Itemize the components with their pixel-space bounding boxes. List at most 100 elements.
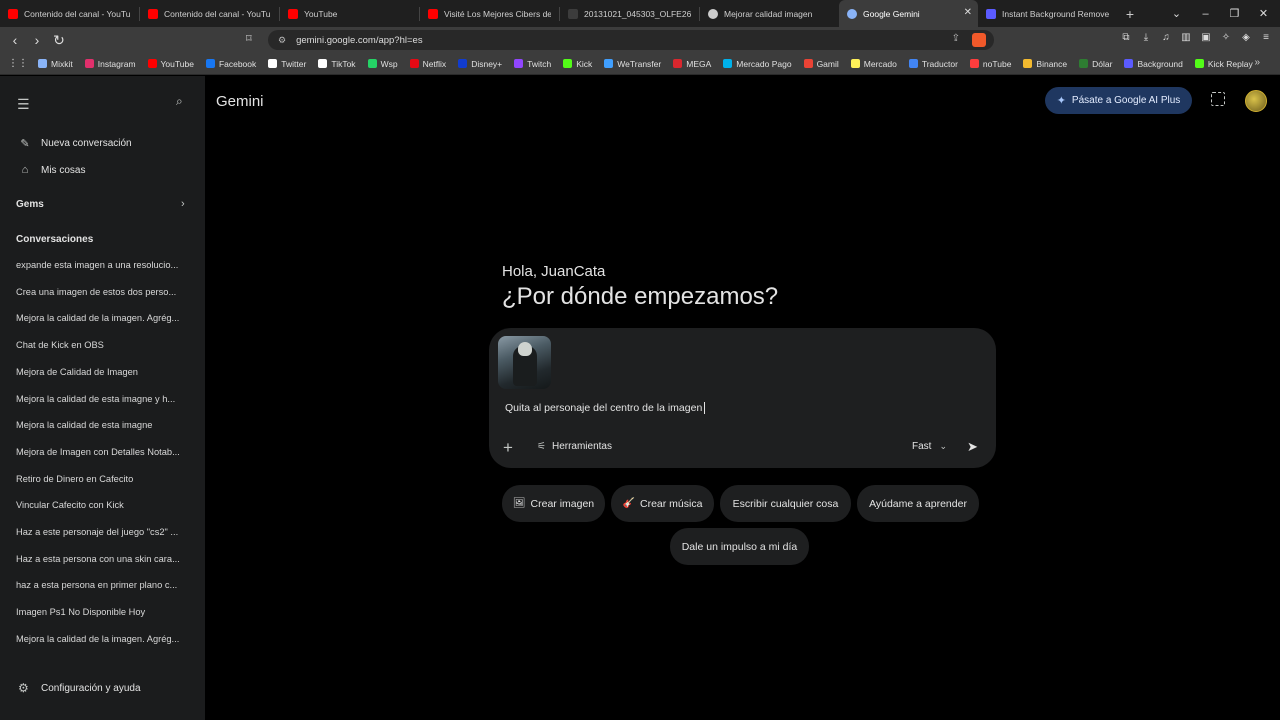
apps-icon[interactable]: ⋮⋮ — [8, 58, 28, 69]
minimize-icon[interactable]: – — [1191, 8, 1220, 20]
bookmark-favicon-icon — [803, 59, 813, 68]
conversation-item[interactable]: expande esta imagen a una resolucio... — [16, 260, 191, 270]
browser-tab[interactable]: YouTube — [280, 0, 419, 27]
openai-favicon-icon — [708, 8, 718, 19]
close-window-icon[interactable]: ✕ — [1249, 7, 1278, 20]
back-icon[interactable]: ‹ — [4, 32, 26, 48]
chip-help-me-learn[interactable]: Ayúdame a aprender — [857, 485, 979, 522]
forward-icon[interactable]: › — [26, 32, 48, 48]
menu-icon[interactable]: ≡ — [1260, 32, 1272, 44]
bookmark-item[interactable]: Facebook — [205, 59, 256, 69]
bookmark-item[interactable]: Binance — [1023, 59, 1067, 69]
bookmark-item[interactable]: MEGA — [673, 59, 711, 69]
browser-tab[interactable]: Visité Los Mejores Cibers de D — [420, 0, 559, 27]
main-content: Gemini ✦ Pásate a Google AI Plus Hola, J… — [205, 76, 1280, 720]
bookmark-item[interactable]: Netflix — [409, 59, 446, 69]
conversation-item[interactable]: Mejora la calidad de esta imagne y h... — [16, 394, 191, 404]
bookmark-item[interactable]: Mercado — [850, 59, 897, 69]
main-menu-icon[interactable]: ☰ — [17, 96, 30, 113]
add-attachment-icon[interactable]: + — [503, 438, 513, 458]
bookmark-favicon-icon — [1124, 59, 1134, 68]
stack-icon: ⌂ — [21, 164, 29, 176]
send-icon[interactable]: ➤ — [967, 439, 978, 455]
conversation-item[interactable]: Crea una imagen de estos dos perso... — [16, 287, 191, 297]
chip-boost-my-day[interactable]: Dale un impulso a mi día — [670, 528, 809, 565]
bookmark-item[interactable]: Mixkit — [38, 59, 73, 69]
conversation-item[interactable]: Imagen Ps1 No Disponible Hoy — [16, 607, 191, 617]
chevron-right-icon[interactable]: › — [181, 198, 185, 210]
new-chat-button[interactable]: ✎ Nueva conversación — [18, 137, 131, 150]
search-icon[interactable]: ⌕ — [176, 94, 183, 109]
browser-tab-active[interactable]: Google Gemini ✕ — [839, 0, 978, 27]
conversation-item[interactable]: Haz a este personaje del juego "cs2" ... — [16, 527, 191, 537]
bookmark-icon[interactable]: ⌑ — [246, 32, 252, 45]
conversation-item[interactable]: Retiro de Dinero en Cafecito — [16, 474, 191, 484]
share-icon[interactable]: ⇪ — [952, 33, 960, 44]
bookmark-item[interactable]: Disney+ — [458, 59, 502, 69]
conversation-item[interactable]: Haz a esta persona con una skin cara... — [16, 554, 191, 564]
conversation-item[interactable]: Mejora la calidad de la imagen. Agrég... — [16, 313, 191, 323]
bookmark-item[interactable]: Background — [1124, 59, 1183, 69]
settings-help-button[interactable]: ⚙ Configuración y ayuda — [18, 681, 141, 695]
site-info-icon[interactable]: ⚙ — [278, 35, 286, 46]
tab-search-icon[interactable]: ⌄ — [1162, 7, 1191, 20]
conversation-item[interactable]: Mejora la calidad de esta imagne — [16, 420, 191, 430]
bookmark-item[interactable]: TikTok — [318, 59, 356, 69]
brave-shields-icon[interactable] — [972, 33, 986, 47]
bookmark-favicon-icon — [268, 59, 278, 68]
close-tab-icon[interactable]: ✕ — [964, 7, 972, 18]
bookmark-item[interactable]: WeTransfer — [604, 59, 661, 69]
conversation-item[interactable]: haz a esta persona en primer plano c... — [16, 580, 191, 590]
leo-ai-icon[interactable]: ✧ — [1220, 32, 1232, 44]
tools-button[interactable]: ⚟ Herramientas — [537, 441, 612, 452]
browser-tab[interactable]: Contenido del canal - YouTube — [0, 0, 139, 27]
bookmark-favicon-icon — [850, 59, 860, 68]
browser-tab[interactable]: Contenido del canal - YouTube — [140, 0, 279, 27]
attached-image-thumbnail[interactable] — [498, 336, 551, 389]
bookmark-item[interactable]: Mercado Pago — [723, 59, 792, 69]
reload-icon[interactable]: ↻ — [48, 32, 70, 49]
conversation-item[interactable]: Vincular Cafecito con Kick — [16, 500, 191, 510]
bookmark-item[interactable]: Kick — [563, 59, 592, 69]
vpn-icon[interactable]: ◈ — [1240, 32, 1252, 44]
more-bookmarks-icon[interactable]: » — [1254, 57, 1260, 68]
upgrade-button[interactable]: ✦ Pásate a Google AI Plus — [1045, 87, 1192, 114]
chip-write-anything[interactable]: Escribir cualquier cosa — [720, 485, 851, 522]
browser-tab[interactable]: Instant Background Remover — [978, 0, 1117, 27]
app-title[interactable]: Gemini — [216, 93, 264, 110]
bookmark-item[interactable]: Twitter — [268, 59, 306, 69]
chip-create-music[interactable]: 🎸 Crear música — [611, 485, 714, 522]
browser-tab[interactable]: 20131021_045303_OLFE26AH — [560, 0, 699, 27]
translate-icon[interactable]: ⧉ — [1120, 32, 1132, 44]
conversation-item[interactable]: Mejora la calidad de la imagen. Agrég... — [16, 634, 191, 644]
browser-tab[interactable]: Mejorar calidad imagen — [700, 0, 839, 27]
bookmark-item[interactable]: Twitch — [514, 59, 551, 69]
gems-section[interactable]: Gems — [16, 199, 44, 210]
bookmark-item[interactable]: Traductor — [908, 59, 958, 69]
bookmark-item[interactable]: YouTube — [147, 59, 194, 69]
canvas-icon[interactable] — [1211, 92, 1225, 106]
my-stuff-button[interactable]: ⌂ Mis cosas — [18, 164, 86, 176]
avatar[interactable] — [1245, 90, 1267, 112]
bookmark-favicon-icon — [723, 59, 733, 68]
prompt-input[interactable]: Quita al personaje del centro de la imag… — [505, 402, 706, 415]
bookmark-item[interactable]: Gamil — [803, 59, 839, 69]
conversation-item[interactable]: Mejora de Imagen con Detalles Notab... — [16, 447, 191, 457]
bookmark-item[interactable]: Wsp — [367, 59, 398, 69]
chip-create-image[interactable]: 🖼 Crear imagen — [502, 485, 605, 522]
wallet-icon[interactable]: ▣ — [1200, 32, 1212, 44]
restore-icon[interactable]: ❐ — [1220, 7, 1249, 20]
gear-icon: ⚙ — [18, 681, 29, 695]
sidebar-toggle-icon[interactable]: ▥ — [1180, 32, 1192, 44]
bookmark-item[interactable]: Kick Replay — [1194, 59, 1253, 69]
bookmark-item[interactable]: Instagram — [84, 59, 136, 69]
download-icon[interactable]: ⤓ — [1140, 32, 1152, 44]
conversation-item[interactable]: Mejora de Calidad de Imagen — [16, 367, 191, 377]
model-mode-dropdown[interactable]: Fast ⌄ — [912, 441, 947, 452]
media-icon[interactable]: ♫ — [1160, 32, 1172, 44]
new-tab-button[interactable]: + — [1117, 6, 1143, 22]
bookmark-item[interactable]: noTube — [969, 59, 1011, 69]
bookmark-item[interactable]: Dólar — [1079, 59, 1112, 69]
url-input[interactable]: ⌑ ⚙ gemini.google.com/app?hl=es ⇪ — [246, 30, 994, 50]
conversation-item[interactable]: Chat de Kick en OBS — [16, 340, 191, 350]
